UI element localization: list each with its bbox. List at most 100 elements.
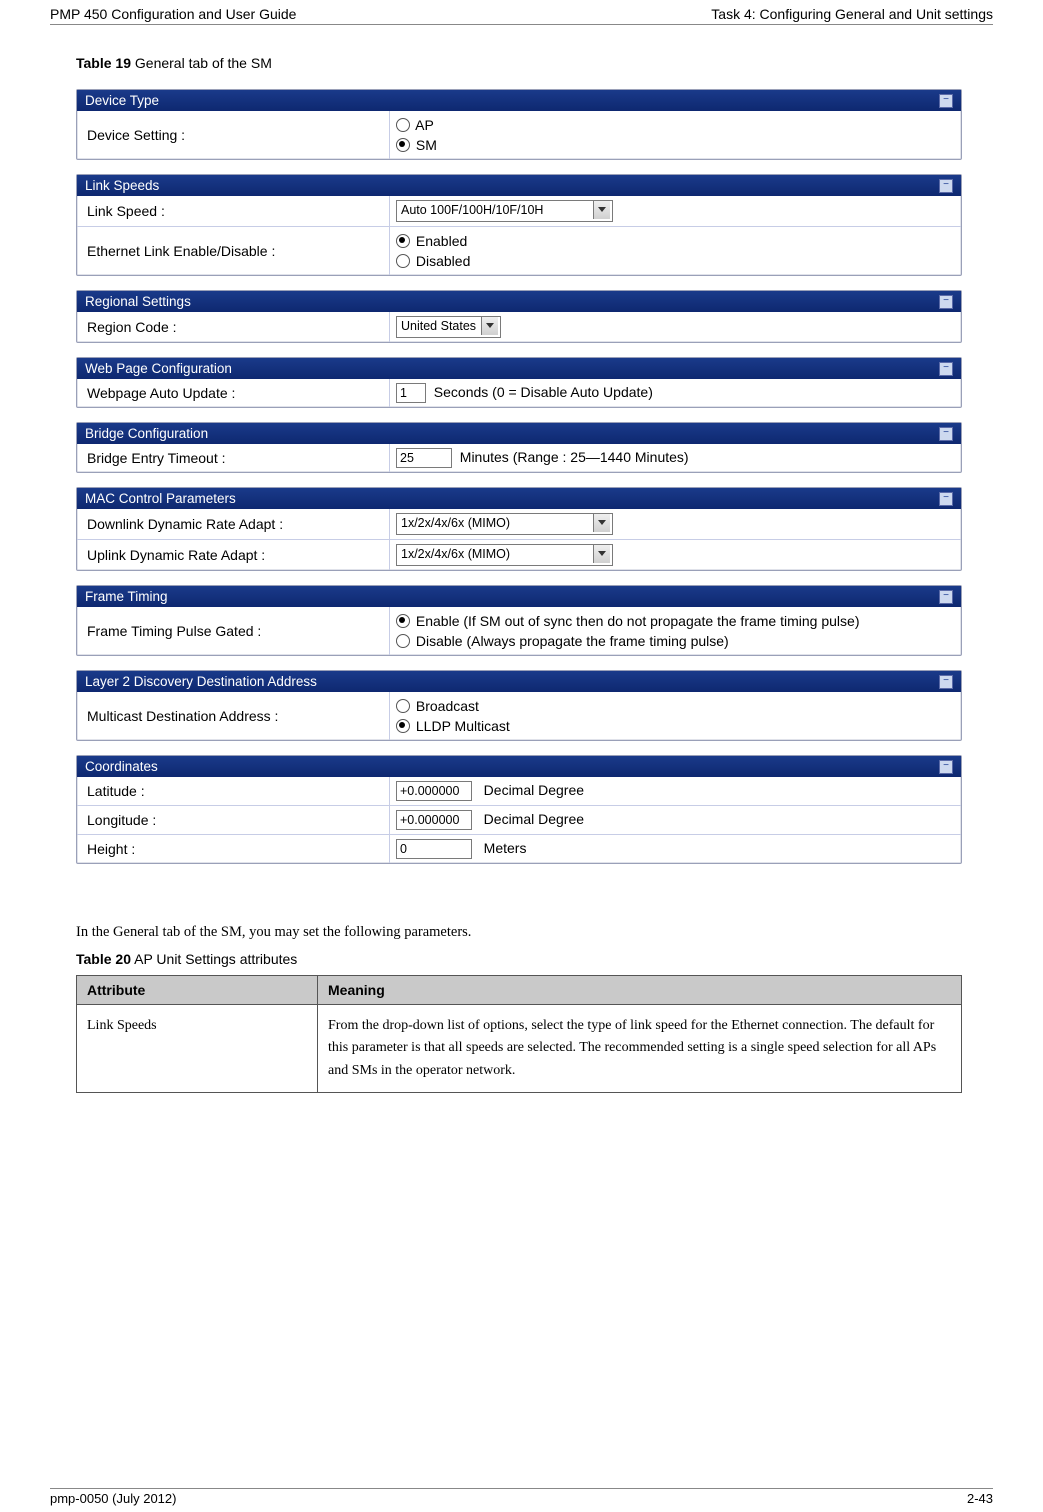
latitude-label: Latitude : [77, 777, 389, 805]
header-left: PMP 450 Configuration and User Guide [50, 6, 296, 22]
bridge-timeout-input[interactable]: 25 [396, 448, 452, 468]
collapse-icon[interactable]: − [939, 492, 953, 506]
general-tab-screenshot: Device Type − Device Setting : AP SM Lin… [76, 89, 962, 864]
radio-ap[interactable] [396, 118, 410, 132]
collapse-icon[interactable]: − [939, 179, 953, 193]
radio-disabled-label: Disabled [416, 253, 470, 269]
panel-webpage-config: Web Page Configuration − Webpage Auto Up… [76, 357, 962, 408]
panel-header-webpage: Web Page Configuration − [77, 358, 961, 379]
radio-broadcast-label: Broadcast [416, 698, 479, 714]
chevron-down-icon [481, 317, 498, 335]
height-label: Height : [77, 835, 389, 863]
panel-title: Coordinates [85, 759, 158, 774]
latitude-suffix: Decimal Degree [484, 782, 584, 798]
bridge-timeout-label: Bridge Entry Timeout : [77, 444, 389, 472]
device-setting-label: Device Setting : [77, 111, 389, 159]
device-setting-value: AP SM [389, 111, 961, 159]
radio-ap-label: AP [415, 117, 434, 133]
panel-title: Regional Settings [85, 294, 191, 309]
panel-title: Layer 2 Discovery Destination Address [85, 674, 317, 689]
panel-title: Link Speeds [85, 178, 159, 193]
radio-lldp-label: LLDP Multicast [416, 718, 510, 734]
collapse-icon[interactable]: − [939, 590, 953, 604]
height-suffix: Meters [484, 840, 527, 856]
auto-update-input[interactable]: 1 [396, 383, 426, 403]
page-header: PMP 450 Configuration and User Guide Tas… [50, 6, 993, 25]
collapse-icon[interactable]: − [939, 760, 953, 774]
multicast-dest-label: Multicast Destination Address : [77, 692, 389, 740]
header-right: Task 4: Configuring General and Unit set… [711, 6, 993, 22]
panel-layer2: Layer 2 Discovery Destination Address − … [76, 670, 962, 741]
uplink-rate-select[interactable]: 1x/2x/4x/6x (MIMO) [396, 544, 613, 566]
cell-attribute: Link Speeds [77, 1005, 318, 1093]
bridge-timeout-suffix: Minutes (Range : 25—1440 Minutes) [460, 449, 689, 465]
panel-header-bridge: Bridge Configuration − [77, 423, 961, 444]
panel-header-mac: MAC Control Parameters − [77, 488, 961, 509]
panel-header-device-type: Device Type − [77, 90, 961, 111]
region-code-select[interactable]: United States [396, 316, 501, 338]
table-20-number: Table 20 [76, 951, 131, 967]
radio-disabled[interactable] [396, 254, 410, 268]
panel-header-frame: Frame Timing − [77, 586, 961, 607]
radio-enabled-label: Enabled [416, 233, 467, 249]
ap-unit-settings-table: Attribute Meaning Link Speeds From the d… [76, 975, 962, 1093]
collapse-icon[interactable]: − [939, 295, 953, 309]
radio-enabled[interactable] [396, 234, 410, 248]
table-19-title: General tab of the SM [131, 55, 272, 71]
radio-frame-enable-label: Enable (If SM out of sync then do not pr… [416, 613, 860, 629]
table-row: Attribute Meaning [77, 976, 962, 1005]
collapse-icon[interactable]: − [939, 362, 953, 376]
panel-frame-timing: Frame Timing − Frame Timing Pulse Gated … [76, 585, 962, 656]
panel-header-link-speeds: Link Speeds − [77, 175, 961, 196]
radio-frame-disable-label: Disable (Always propagate the frame timi… [416, 633, 729, 649]
panel-header-regional: Regional Settings − [77, 291, 961, 312]
panel-title: Web Page Configuration [85, 361, 232, 376]
radio-sm-label: SM [416, 137, 437, 153]
auto-update-suffix: Seconds (0 = Disable Auto Update) [434, 384, 653, 400]
panel-mac-control: MAC Control Parameters − Downlink Dynami… [76, 487, 962, 571]
body-paragraph: In the General tab of the SM, you may se… [76, 924, 993, 941]
frame-gated-label: Frame Timing Pulse Gated : [77, 607, 389, 655]
ethernet-enable-label: Ethernet Link Enable/Disable : [77, 227, 389, 275]
chevron-down-icon [593, 514, 610, 532]
table-20-caption: Table 20 AP Unit Settings attributes [76, 951, 993, 967]
table-row: Link Speeds From the drop-down list of o… [77, 1005, 962, 1093]
link-speed-select[interactable]: Auto 100F/100H/10F/10H [396, 200, 613, 222]
collapse-icon[interactable]: − [939, 94, 953, 108]
panel-title: Bridge Configuration [85, 426, 208, 441]
footer-right: 2-43 [967, 1491, 993, 1506]
panel-title: Frame Timing [85, 589, 168, 604]
panel-bridge-config: Bridge Configuration − Bridge Entry Time… [76, 422, 962, 473]
panel-header-coordinates: Coordinates − [77, 756, 961, 777]
chevron-down-icon [593, 545, 610, 563]
col-meaning: Meaning [318, 976, 962, 1005]
collapse-icon[interactable]: − [939, 675, 953, 689]
uplink-rate-label: Uplink Dynamic Rate Adapt : [77, 540, 389, 570]
table-20-title: AP Unit Settings attributes [131, 951, 297, 967]
panel-title: MAC Control Parameters [85, 491, 236, 506]
link-speed-label: Link Speed : [77, 196, 389, 226]
table-19-number: Table 19 [76, 55, 131, 71]
cell-meaning: From the drop-down list of options, sele… [318, 1005, 962, 1093]
panel-link-speeds: Link Speeds − Link Speed : Auto 100F/100… [76, 174, 962, 276]
downlink-rate-select[interactable]: 1x/2x/4x/6x (MIMO) [396, 513, 613, 535]
longitude-suffix: Decimal Degree [484, 811, 584, 827]
radio-broadcast[interactable] [396, 699, 410, 713]
radio-frame-enable[interactable] [396, 614, 410, 628]
radio-frame-disable[interactable] [396, 634, 410, 648]
chevron-down-icon [593, 201, 610, 219]
longitude-input[interactable]: +0.000000 [396, 810, 472, 830]
height-input[interactable]: 0 [396, 839, 472, 859]
panel-coordinates: Coordinates − Latitude : +0.000000 Decim… [76, 755, 962, 864]
panel-device-type: Device Type − Device Setting : AP SM [76, 89, 962, 160]
longitude-label: Longitude : [77, 806, 389, 834]
region-code-label: Region Code : [77, 312, 389, 342]
panel-title: Device Type [85, 93, 159, 108]
collapse-icon[interactable]: − [939, 427, 953, 441]
col-attribute: Attribute [77, 976, 318, 1005]
radio-sm[interactable] [396, 138, 410, 152]
footer-left: pmp-0050 (July 2012) [50, 1491, 176, 1506]
table-19-caption: Table 19 General tab of the SM [76, 55, 993, 71]
latitude-input[interactable]: +0.000000 [396, 781, 472, 801]
radio-lldp[interactable] [396, 719, 410, 733]
